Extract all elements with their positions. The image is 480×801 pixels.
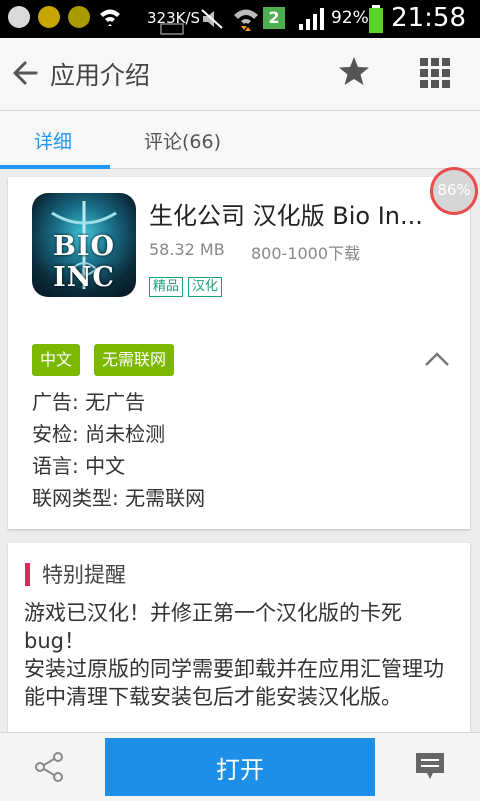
bottom-action-bar: 打开 (0, 732, 480, 801)
grid-menu-icon[interactable] (418, 56, 452, 90)
open-button[interactable]: 打开 (105, 738, 375, 796)
info-language: 语言: 中文 (32, 454, 126, 478)
battery-icon (369, 5, 383, 33)
app-info-card: BIO INC 生化公司 汉化版 Bio In... 58.32 MB 800-… (8, 177, 470, 529)
tab-details[interactable]: 详细 (34, 127, 72, 154)
app-icon: BIO INC (32, 193, 136, 297)
image-icon (160, 23, 184, 35)
status-bar: 323K/S 2 92% 21:58 (0, 0, 480, 38)
app-name: 生化公司 汉化版 Bio In... (149, 202, 423, 230)
section-marker (25, 563, 30, 586)
app-notify-icon (38, 6, 60, 28)
notice-card: 特别提醒 游戏已汉化！并修正第一个汉化版的卡死bug！ 安装过原版的同学需要卸载… (8, 543, 470, 743)
wifi-data-icon (234, 9, 258, 31)
info-network: 联网类型: 无需联网 (32, 486, 206, 510)
tag-localized: 汉化 (188, 277, 223, 297)
app-icon-label: BIO INC (53, 231, 115, 293)
add-notify-icon (8, 6, 30, 28)
notice-body: 游戏已汉化！并修正第一个汉化版的卡死bug！ 安装过原版的同学需要卸载并在应用汇… (24, 599, 462, 711)
notice-line: 游戏已汉化！并修正第一个汉化版的卡死bug！ (24, 601, 402, 653)
info-security: 安检: 尚未检测 (32, 422, 166, 446)
clock: 21:58 (391, 3, 466, 33)
tag-offline: 无需联网 (94, 344, 175, 376)
info-ads: 广告: 无广告 (32, 390, 146, 414)
tab-bar: 详细 评论(66) (0, 111, 480, 169)
sim-badge: 2 (263, 7, 285, 29)
notice-line: 安装过原版的同学需要卸载并在应用汇管理功能中清理下载安装包后才能安装汉化版。 (24, 657, 444, 709)
wifi-icon (100, 9, 120, 26)
battery-percent: 92% (331, 8, 369, 28)
mute-icon (201, 9, 223, 29)
tag-chinese: 中文 (32, 344, 81, 376)
chevron-up-icon[interactable] (424, 351, 450, 367)
notification-icons (8, 6, 122, 28)
star-icon[interactable] (337, 54, 371, 88)
app-downloads: 800-1000下载 (251, 244, 361, 263)
back-arrow-icon[interactable] (8, 56, 42, 90)
active-tab-indicator (0, 165, 110, 169)
progress-badge[interactable]: 86% (430, 167, 478, 215)
comment-icon[interactable] (414, 751, 446, 783)
app-bar: 应用介绍 (0, 38, 480, 111)
tab-comments[interactable]: 评论(66) (144, 127, 221, 154)
page-title: 应用介绍 (50, 61, 151, 90)
signal-icon (299, 8, 324, 30)
progress-percent: 86% (437, 181, 471, 199)
app-size: 58.32 MB (149, 240, 225, 259)
notice-title: 特别提醒 (42, 563, 126, 587)
tag-row: 精品 汉化 (149, 277, 223, 297)
share-icon[interactable] (34, 751, 66, 783)
app-notify-icon (68, 6, 90, 28)
tag-premium: 精品 (149, 277, 184, 297)
